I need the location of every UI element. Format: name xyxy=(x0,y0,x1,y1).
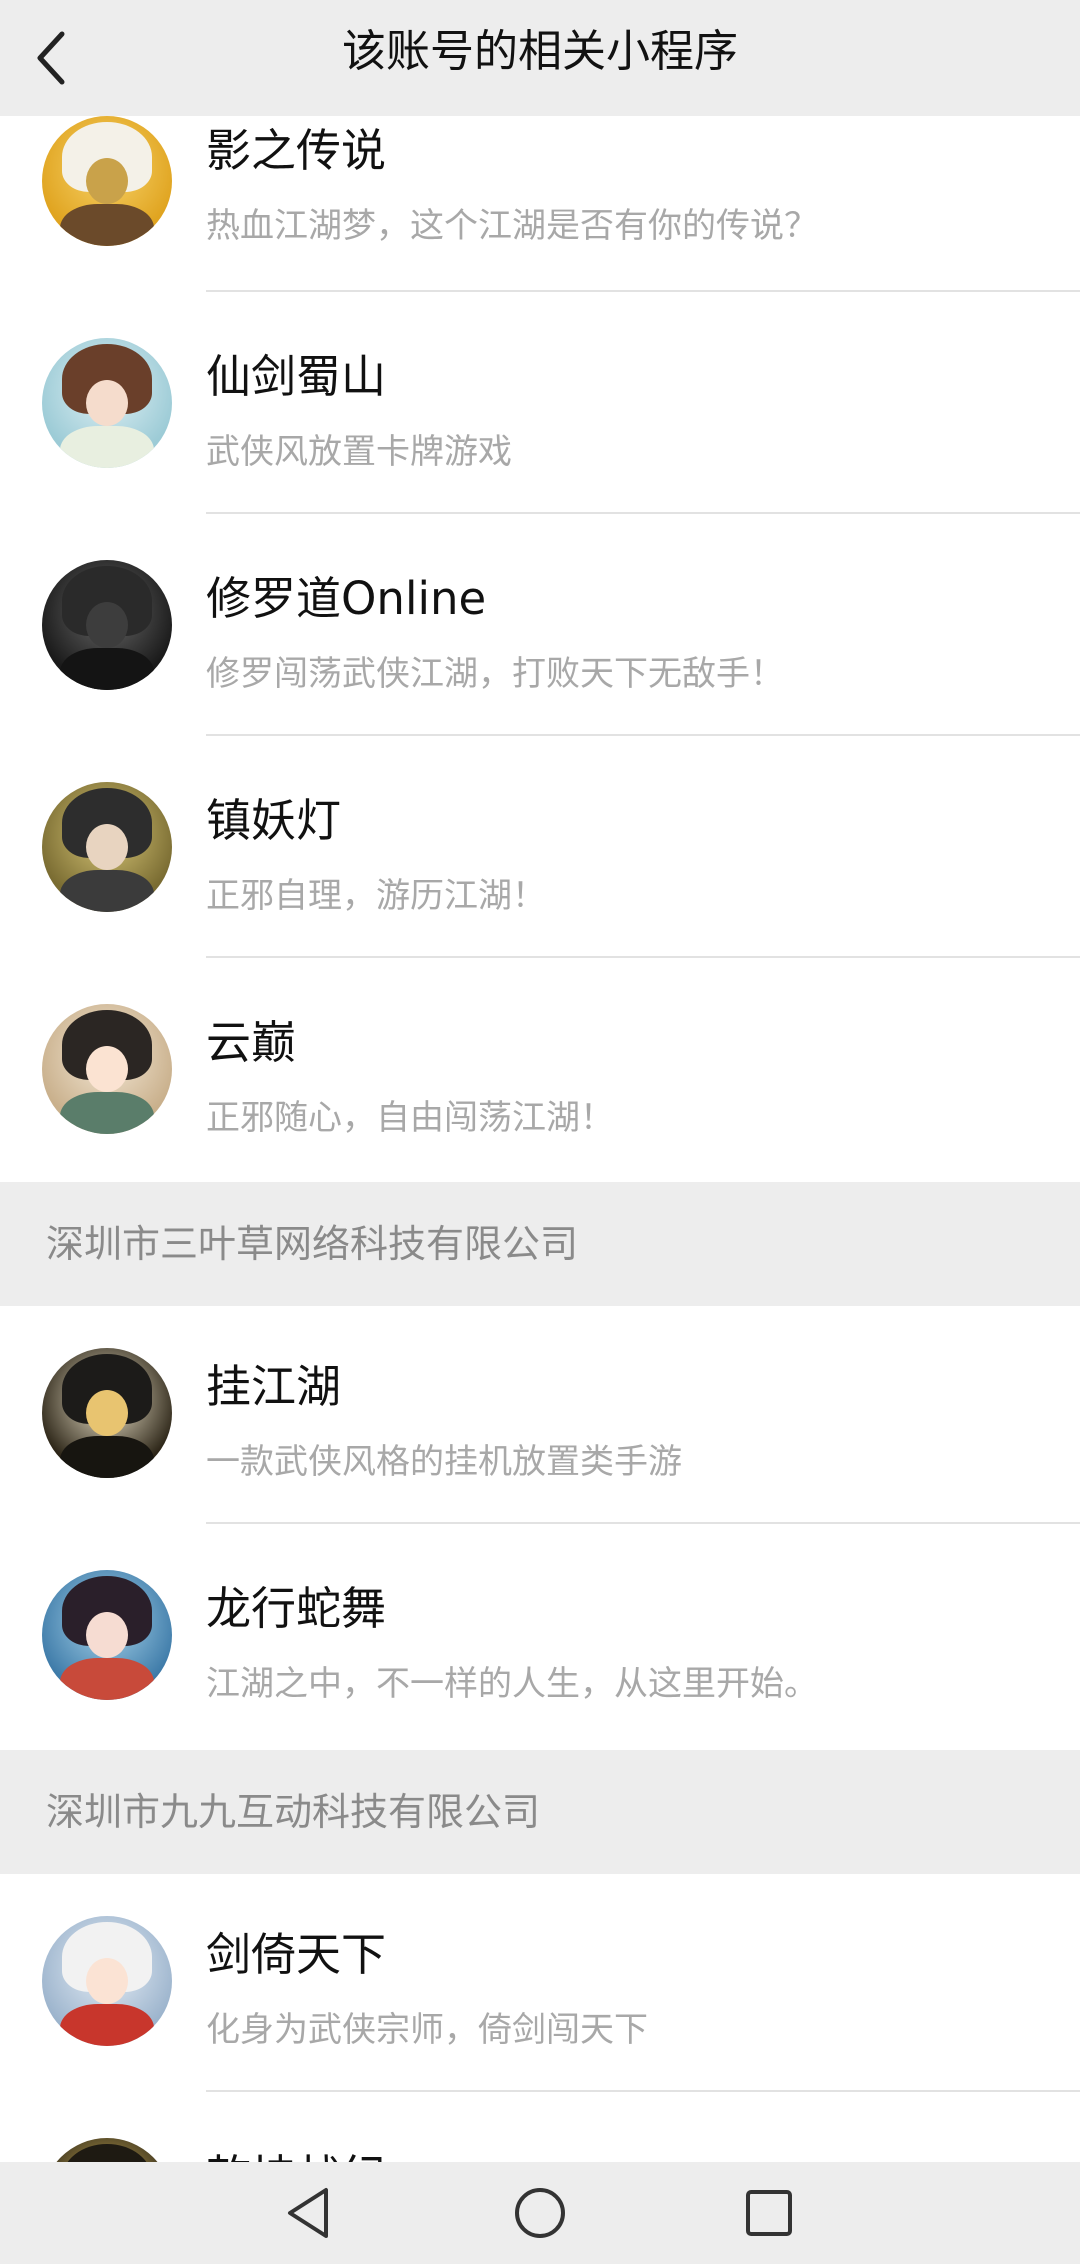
red-flower-maiden-avatar xyxy=(42,1570,172,1700)
app-header: 该账号的相关小程序 xyxy=(0,0,1080,116)
item-name: 修罗道Online xyxy=(206,572,487,625)
item-desc: 热血江湖梦，这个江湖是否有你的传说？ xyxy=(206,206,818,246)
divider xyxy=(206,290,1080,292)
system-nav-bar xyxy=(0,2162,1080,2264)
item-desc: 化身为武侠宗师，倚剑闯天下 xyxy=(206,2010,648,2050)
swordswoman-avatar xyxy=(42,338,172,468)
item-desc: 武侠风放置卡牌游戏 xyxy=(206,432,512,472)
list-item[interactable]: 挂江湖 一款武侠风格的挂机放置类手游 xyxy=(0,1306,1080,1528)
item-name: 龙行蛇舞 xyxy=(206,1582,387,1635)
page-title: 该账号的相关小程序 xyxy=(342,26,738,77)
list-item[interactable]: 仙剑蜀山 武侠风放置卡牌游戏 xyxy=(0,296,1080,518)
divider xyxy=(206,734,1080,736)
item-name: 镇妖灯 xyxy=(206,794,342,847)
list-item[interactable]: 修罗道Online 修罗闯荡武侠江湖，打败天下无敌手！ xyxy=(0,518,1080,740)
item-desc: 正邪随心，自由闯荡江湖！ xyxy=(206,1098,614,1138)
list-item[interactable]: 镇妖灯 正邪自理，游历江湖！ xyxy=(0,740,1080,962)
item-name: 剑倚天下 xyxy=(206,1928,387,1981)
divider xyxy=(206,1522,1080,1524)
item-name: 挂江湖 xyxy=(206,1360,342,1413)
item-name: 乾坤战纪 xyxy=(206,2140,386,2162)
list-item[interactable]: 剑倚天下 化身为武侠宗师，倚剑闯天下 xyxy=(0,1874,1080,2096)
list-item[interactable]: 乾坤战纪 xyxy=(0,2096,1080,2162)
item-desc: 正邪自理，游历江湖！ xyxy=(206,876,546,916)
section-header: 深圳市九九互动科技有限公司 xyxy=(0,1750,1080,1874)
straw-hat-swordsman-avatar xyxy=(42,560,172,690)
section-header: 深圳市三叶草网络科技有限公司 xyxy=(0,1182,1080,1306)
item-name: 仙剑蜀山 xyxy=(206,350,387,403)
item-name: 影之传说 xyxy=(206,124,387,177)
chibi-boy-avatar xyxy=(42,1004,172,1134)
item-desc: 江湖之中，不一样的人生，从这里开始。 xyxy=(206,1664,818,1704)
lightning-swordsman-avatar xyxy=(42,1348,172,1478)
list-item[interactable]: 龙行蛇舞 江湖之中，不一样的人生，从这里开始。 xyxy=(0,1528,1080,1750)
chibi-swordsman-avatar xyxy=(42,1916,172,2046)
divider xyxy=(206,956,1080,958)
long-haired-sage-avatar xyxy=(42,782,172,912)
list-item[interactable]: 云巅 正邪随心，自由闯荡江湖！ xyxy=(0,962,1080,1184)
triangle-back-icon[interactable] xyxy=(276,2178,346,2248)
divider xyxy=(206,512,1080,514)
item-desc: 修罗闯荡武侠江湖，打败天下无敌手！ xyxy=(206,654,784,694)
item-name: 云巅 xyxy=(206,1016,297,1069)
golden-warrior-avatar xyxy=(42,2138,172,2162)
hooded-warrior-avatar xyxy=(42,116,172,246)
company-name: 深圳市三叶草网络科技有限公司 xyxy=(46,1222,579,1266)
company-name: 深圳市九九互动科技有限公司 xyxy=(46,1790,541,1834)
item-desc: 一款武侠风格的挂机放置类手游 xyxy=(206,1442,682,1482)
square-recents-icon[interactable] xyxy=(734,2178,804,2248)
divider xyxy=(206,2090,1080,2092)
circle-home-icon[interactable] xyxy=(505,2178,575,2248)
mini-program-list: 影之传说 热血江湖梦，这个江湖是否有你的传说？ 仙剑蜀山 武侠风放置卡牌游戏 修… xyxy=(0,0,1080,2162)
